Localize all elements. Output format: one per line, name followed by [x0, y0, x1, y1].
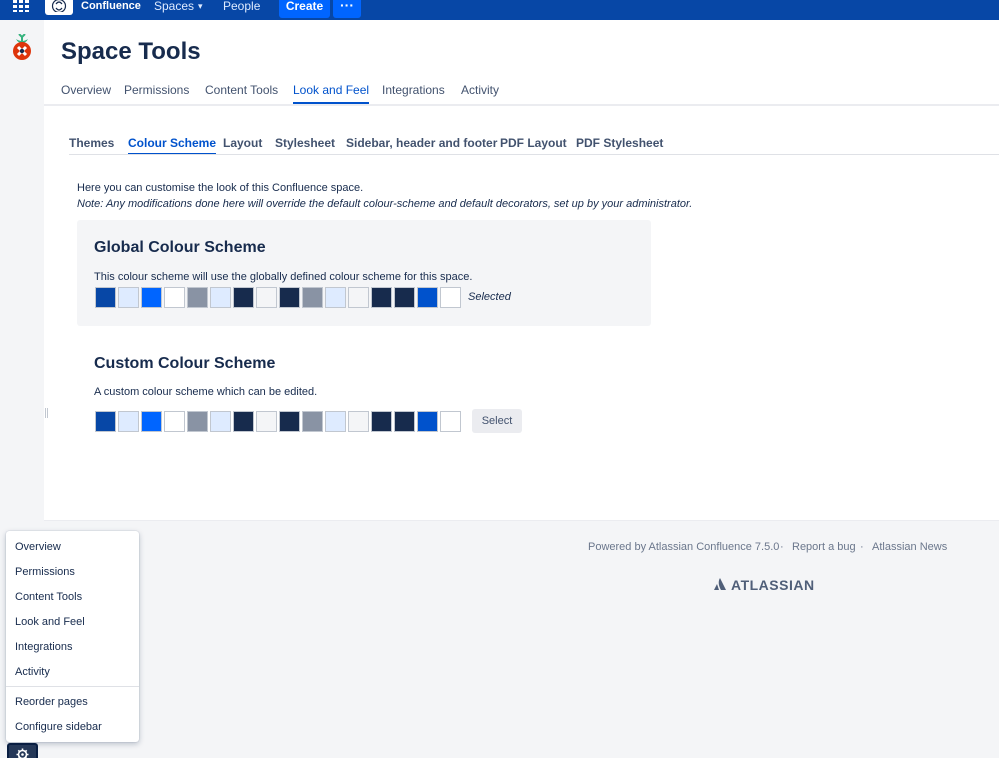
- atlassian-wordmark: ATLASSIAN: [731, 577, 815, 593]
- colour-swatch: [371, 287, 392, 308]
- colour-swatch: [348, 411, 369, 432]
- colour-swatch: [440, 287, 461, 308]
- nav-people[interactable]: People: [223, 0, 260, 12]
- colour-swatch: [164, 411, 185, 432]
- colour-swatch: [118, 411, 139, 432]
- menu-item-integrations[interactable]: Integrations: [15, 640, 72, 654]
- subtab-pdf-stylesheet[interactable]: PDF Stylesheet: [576, 135, 663, 151]
- tab-integrations[interactable]: Integrations: [382, 82, 445, 98]
- tab-overview[interactable]: Overview: [61, 82, 111, 98]
- menu-item-overview[interactable]: Overview: [15, 540, 61, 554]
- global-scheme-title: Global Colour Scheme: [94, 239, 266, 256]
- menu-item-configure-sidebar[interactable]: Configure sidebar: [15, 720, 102, 734]
- colour-swatch: [279, 411, 300, 432]
- colour-swatch: [302, 287, 323, 308]
- global-scheme-description: This colour scheme will use the globally…: [94, 271, 473, 283]
- colour-swatch: [256, 411, 277, 432]
- colour-swatch: [394, 411, 415, 432]
- page-title: Space Tools: [61, 38, 201, 65]
- custom-scheme-title: Custom Colour Scheme: [94, 355, 276, 372]
- colour-swatch: [256, 287, 277, 308]
- confluence-logo-icon[interactable]: [45, 0, 73, 15]
- custom-scheme-description: A custom colour scheme which can be edit…: [94, 386, 318, 398]
- create-button[interactable]: Create: [279, 0, 330, 18]
- colour-swatch: [141, 287, 162, 308]
- footer-separator: ·: [860, 541, 864, 553]
- subtab-themes[interactable]: Themes: [69, 135, 114, 151]
- select-button[interactable]: Select: [472, 409, 522, 433]
- atlassian-news-link[interactable]: Atlassian News: [872, 540, 947, 554]
- powered-by-text: Powered by Atlassian Confluence 7.5.0: [588, 541, 780, 553]
- colour-swatch: [210, 287, 231, 308]
- chevron-down-icon[interactable]: ▾: [198, 0, 203, 12]
- colour-swatch: [210, 411, 231, 432]
- space-tools-menu: Overview Permissions Content Tools Look …: [6, 531, 139, 742]
- tab-activity[interactable]: Activity: [461, 82, 499, 98]
- more-options-button[interactable]: ···: [333, 0, 361, 18]
- menu-item-content-tools[interactable]: Content Tools: [15, 590, 82, 604]
- footer-separator: ·: [780, 541, 784, 553]
- top-navigation-bar: Confluence Spaces ▾ People Create ···: [0, 0, 999, 20]
- subtab-stylesheet[interactable]: Stylesheet: [275, 135, 335, 151]
- app-switcher-icon[interactable]: [13, 0, 29, 12]
- selected-status: Selected: [468, 291, 511, 303]
- colour-swatch: [141, 411, 162, 432]
- menu-divider: [6, 686, 139, 687]
- tab-content-tools[interactable]: Content Tools: [205, 82, 278, 98]
- space-logo-icon[interactable]: [9, 33, 35, 62]
- colour-swatch: [325, 287, 346, 308]
- colour-swatch: [164, 287, 185, 308]
- colour-swatch: [233, 287, 254, 308]
- sidebar-resize-handle[interactable]: [45, 408, 48, 418]
- menu-item-reorder-pages[interactable]: Reorder pages: [15, 695, 88, 709]
- menu-item-permissions[interactable]: Permissions: [15, 565, 75, 579]
- gear-icon: [16, 748, 29, 761]
- colour-swatch: [279, 287, 300, 308]
- colour-swatch: [95, 287, 116, 308]
- colour-swatch: [187, 287, 208, 308]
- subtab-colour-scheme[interactable]: Colour Scheme: [128, 135, 217, 155]
- intro-note: Note: Any modifications done here will o…: [77, 198, 693, 210]
- atlassian-logo-icon: [714, 578, 726, 590]
- tab-look-and-feel[interactable]: Look and Feel: [293, 82, 370, 104]
- subtab-layout[interactable]: Layout: [223, 135, 262, 151]
- colour-swatch: [440, 411, 461, 432]
- colour-swatch: [371, 411, 392, 432]
- footer: [44, 520, 999, 758]
- colour-swatch: [394, 287, 415, 308]
- menu-item-look-and-feel[interactable]: Look and Feel: [15, 615, 85, 629]
- report-bug-link[interactable]: Report a bug: [792, 540, 856, 554]
- colour-swatch: [417, 411, 438, 432]
- tab-permissions[interactable]: Permissions: [124, 82, 189, 98]
- intro-text: Here you can customise the look of this …: [77, 180, 692, 212]
- menu-item-activity[interactable]: Activity: [15, 665, 50, 679]
- colour-swatch: [417, 287, 438, 308]
- colour-swatch: [233, 411, 254, 432]
- intro-line: Here you can customise the look of this …: [77, 182, 364, 194]
- colour-swatch: [118, 287, 139, 308]
- colour-swatch: [302, 411, 323, 432]
- colour-swatch: [325, 411, 346, 432]
- subtab-sidebar-header-footer[interactable]: Sidebar, header and footer: [346, 135, 497, 151]
- subtabs-divider: [69, 154, 999, 155]
- app-name[interactable]: Confluence: [81, 0, 141, 12]
- colour-swatch: [187, 411, 208, 432]
- space-tools-button[interactable]: [7, 743, 38, 761]
- nav-spaces[interactable]: Spaces: [154, 0, 194, 12]
- colour-swatch: [95, 411, 116, 432]
- subtab-pdf-layout[interactable]: PDF Layout: [500, 135, 567, 151]
- atlassian-logo[interactable]: ATLASSIAN: [713, 577, 814, 593]
- colour-swatch: [348, 287, 369, 308]
